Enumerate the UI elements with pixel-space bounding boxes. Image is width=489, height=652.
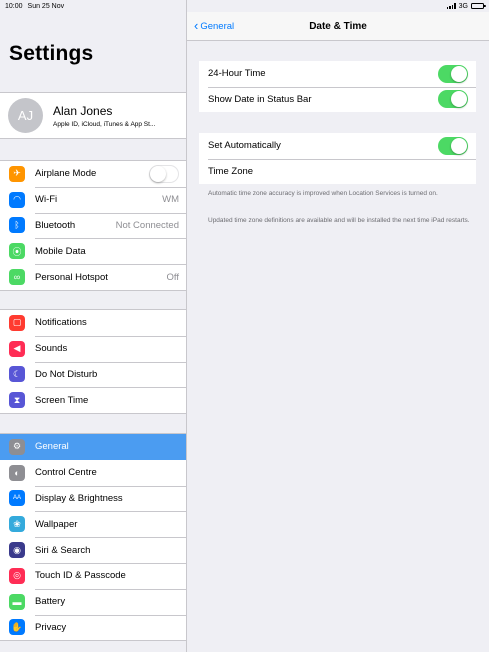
setting-label: Set Automatically xyxy=(208,140,281,152)
settings-group-general: ⚙ General ◐ Control Centre AA Display & Brigh… xyxy=(0,433,186,642)
chevron-left-icon: ‹ xyxy=(194,18,199,33)
sounds-icon: ◀ xyxy=(9,340,25,357)
fingerprint-icon: ◎ xyxy=(9,567,25,584)
setting-row-24-hour-time[interactable]: 24-Hour Time xyxy=(199,61,476,87)
airplane-icon: ✈ xyxy=(9,165,25,182)
date-time-detail-pane: ‹ General Date & Time 24-Hour Time Show D… xyxy=(187,0,489,652)
sidebar-item-mobile-data[interactable]: ⦿ Mobile Data xyxy=(0,238,186,264)
sidebar-item-wi-fi[interactable]: ◠ Wi-Fi WM xyxy=(0,186,186,213)
sidebar-item-label: Bluetooth xyxy=(35,219,76,231)
sidebar-item-battery[interactable]: ▬ Battery xyxy=(0,588,186,615)
sidebar-item-do-not-disturb[interactable]: ☾ Do Not Disturb xyxy=(0,361,186,388)
sidebar-item-label: Mobile Data xyxy=(35,245,86,257)
sidebar-item-label: Battery xyxy=(35,596,66,608)
sidebar-item-personal-hotspot[interactable]: ∞ Personal Hotspot Off xyxy=(0,264,186,290)
24-hour-time-toggle[interactable] xyxy=(438,64,468,83)
toggle-knob xyxy=(451,65,467,82)
moon-icon: ☾ xyxy=(9,366,25,383)
toggle-knob xyxy=(451,91,467,108)
back-button[interactable]: ‹ General xyxy=(194,12,234,41)
avatar: AJ xyxy=(8,98,43,133)
signal-icon xyxy=(446,3,456,9)
time-format-group: 24-Hour Time Show Date in Status Bar xyxy=(199,61,476,112)
wallpaper-icon: ❀ xyxy=(9,516,25,533)
show-date-in-status-bar-toggle[interactable] xyxy=(438,90,468,109)
settings-group-notifications: ▢ Notifications ◀ Sounds ☾ Do Not Disturb ⧗ Scr… xyxy=(0,309,186,415)
sidebar-item-screen-time[interactable]: ⧗ Screen Time xyxy=(0,387,186,413)
page-title: Settings xyxy=(9,42,94,65)
battery-status-icon xyxy=(471,3,486,9)
toggle-knob xyxy=(451,137,467,154)
sidebar-item-label: Notifications xyxy=(35,317,87,329)
sidebar-item-label: General xyxy=(35,441,69,453)
sidebar-item-wallpaper[interactable]: ❀ Wallpaper xyxy=(0,511,186,537)
airplane-mode-toggle[interactable] xyxy=(149,164,179,183)
control-centre-icon: ◐ xyxy=(9,464,25,481)
sidebar-item-label: Sounds xyxy=(35,343,68,355)
sidebar-item-label: Touch ID & Passcode xyxy=(35,570,126,582)
sidebar-item-label: Siri & Search xyxy=(35,544,91,556)
sidebar-item-airplane-mode[interactable]: ✈ Airplane Mode xyxy=(0,161,186,187)
settings-master-pane: Settings AJ Alan Jones Apple ID, iCloud,… xyxy=(0,0,187,652)
location-services-footnote: Automatic time zone accuracy is improved… xyxy=(208,190,438,197)
sidebar-item-general[interactable]: ⚙ General xyxy=(0,434,186,460)
sidebar-item-value: Not Connected xyxy=(115,219,179,231)
status-time: 10:00 xyxy=(5,2,23,10)
set-automatically-toggle[interactable] xyxy=(438,136,468,155)
bluetooth-icon: ᛒ xyxy=(9,217,25,234)
sidebar-item-control-centre[interactable]: ◐ Control Centre xyxy=(0,460,186,486)
sidebar-item-siri-and-search[interactable]: ◉ Siri & Search xyxy=(0,537,186,563)
back-label: General xyxy=(200,21,235,32)
hourglass-icon: ⧗ xyxy=(9,392,25,409)
settings-group-connectivity: ✈ Airplane Mode ◠ Wi-Fi WM ᛒ Bluetooth Not Conn… xyxy=(0,160,186,291)
hotspot-icon: ∞ xyxy=(9,269,25,286)
display-icon: AA xyxy=(9,490,25,507)
notifications-icon: ▢ xyxy=(9,314,25,331)
mobile-data-icon: ⦿ xyxy=(9,243,25,260)
setting-label: 24-Hour Time xyxy=(208,68,266,80)
sidebar-item-label: Wallpaper xyxy=(35,518,78,530)
apple-id-profile[interactable]: AJ Alan Jones Apple ID, iCloud, iTunes &… xyxy=(0,92,186,139)
sidebar-item-sounds[interactable]: ◀ Sounds xyxy=(0,335,186,362)
sidebar-item-label: Airplane Mode xyxy=(35,168,97,180)
sidebar-item-notifications[interactable]: ▢ Notifications xyxy=(0,310,186,336)
status-bar: 10:00 Sun 25 Nov 3G xyxy=(0,0,489,12)
nav-bar: ‹ General Date & Time xyxy=(187,12,489,41)
sidebar-item-label: Display & Brightness xyxy=(35,492,123,504)
profile-subtitle: Apple ID, iCloud, iTunes & App St... xyxy=(53,120,156,128)
hand-icon: ✋ xyxy=(9,619,25,636)
setting-row-time-zone[interactable]: Time Zone xyxy=(199,158,476,185)
sidebar-item-value: Off xyxy=(166,271,180,283)
setting-label: Show Date in Status Bar xyxy=(208,93,312,105)
sidebar-item-display-and-brightness[interactable]: AA Display & Brightness xyxy=(0,485,186,512)
network-type: 3G xyxy=(458,2,468,10)
toggle-knob xyxy=(150,165,166,182)
sidebar-item-privacy[interactable]: ✋ Privacy xyxy=(0,614,186,641)
timezone-update-footnote: Updated time zone definitions are availa… xyxy=(208,217,470,224)
sidebar-item-label: Privacy xyxy=(35,621,67,633)
profile-name: Alan Jones xyxy=(53,103,113,118)
setting-row-set-automatically[interactable]: Set Automatically xyxy=(199,133,476,159)
setting-row-show-date-in-status-bar[interactable]: Show Date in Status Bar xyxy=(199,86,476,113)
status-date: Sun 25 Nov xyxy=(27,2,65,10)
sidebar-item-label: Do Not Disturb xyxy=(35,368,98,380)
sidebar-item-label: Wi-Fi xyxy=(35,194,58,206)
siri-icon: ◉ xyxy=(9,542,25,559)
gear-icon: ⚙ xyxy=(9,438,25,455)
battery-icon: ▬ xyxy=(9,593,25,610)
wifi-icon: ◠ xyxy=(9,191,25,208)
sidebar-item-label: Control Centre xyxy=(35,467,97,479)
sidebar-item-label: Screen Time xyxy=(35,394,89,406)
sidebar-item-label: Personal Hotspot xyxy=(35,271,108,283)
sidebar-item-touch-id-and-passcode[interactable]: ◎ Touch ID & Passcode xyxy=(0,562,186,589)
auto-time-group: Set Automatically Time Zone xyxy=(199,133,476,184)
setting-label: Time Zone xyxy=(208,165,254,177)
sidebar-item-bluetooth[interactable]: ᛒ Bluetooth Not Connected xyxy=(0,212,186,239)
sidebar-item-value: WM xyxy=(162,194,179,206)
